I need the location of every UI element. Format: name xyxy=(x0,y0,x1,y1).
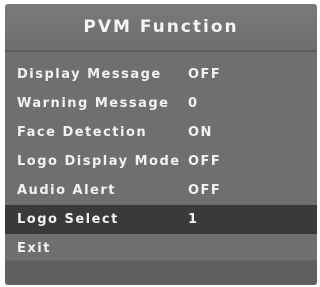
menu-item-value: OFF xyxy=(188,67,222,82)
menu-item-label: Audio Alert xyxy=(17,183,116,198)
menu-item-face-detection[interactable]: Face Detection ON xyxy=(5,118,317,147)
menu-item-audio-alert[interactable]: Audio Alert OFF xyxy=(5,176,317,205)
menu-item-label: Exit xyxy=(17,241,51,256)
menu-item-exit[interactable]: Exit xyxy=(5,234,317,263)
menu-item-label: Logo Select xyxy=(17,212,119,227)
osd-menu-panel: PVM Function Display Message OFF Warning… xyxy=(5,4,317,285)
menu-item-label: Display Message xyxy=(17,67,162,82)
menu-item-label: Logo Display Mode xyxy=(17,154,181,169)
menu-item-display-message[interactable]: Display Message OFF xyxy=(5,60,317,89)
menu-item-warning-message[interactable]: Warning Message 0 xyxy=(5,89,317,118)
menu-item-value: OFF xyxy=(188,154,222,169)
menu-list: Display Message OFF Warning Message 0 Fa… xyxy=(5,60,317,263)
menu-item-value: ON xyxy=(188,125,213,140)
menu-item-value: OFF xyxy=(188,183,222,198)
menu-item-label: Warning Message xyxy=(17,96,170,111)
menu-item-logo-select[interactable]: Logo Select 1 xyxy=(5,205,317,234)
menu-item-label: Face Detection xyxy=(17,125,148,140)
menu-item-value: 1 xyxy=(188,212,199,227)
title-bar: PVM Function xyxy=(5,4,317,52)
menu-item-value: 0 xyxy=(188,96,199,111)
menu-item-logo-display-mode[interactable]: Logo Display Mode OFF xyxy=(5,147,317,176)
bottom-bar xyxy=(5,260,317,285)
menu-title: PVM Function xyxy=(83,17,239,37)
